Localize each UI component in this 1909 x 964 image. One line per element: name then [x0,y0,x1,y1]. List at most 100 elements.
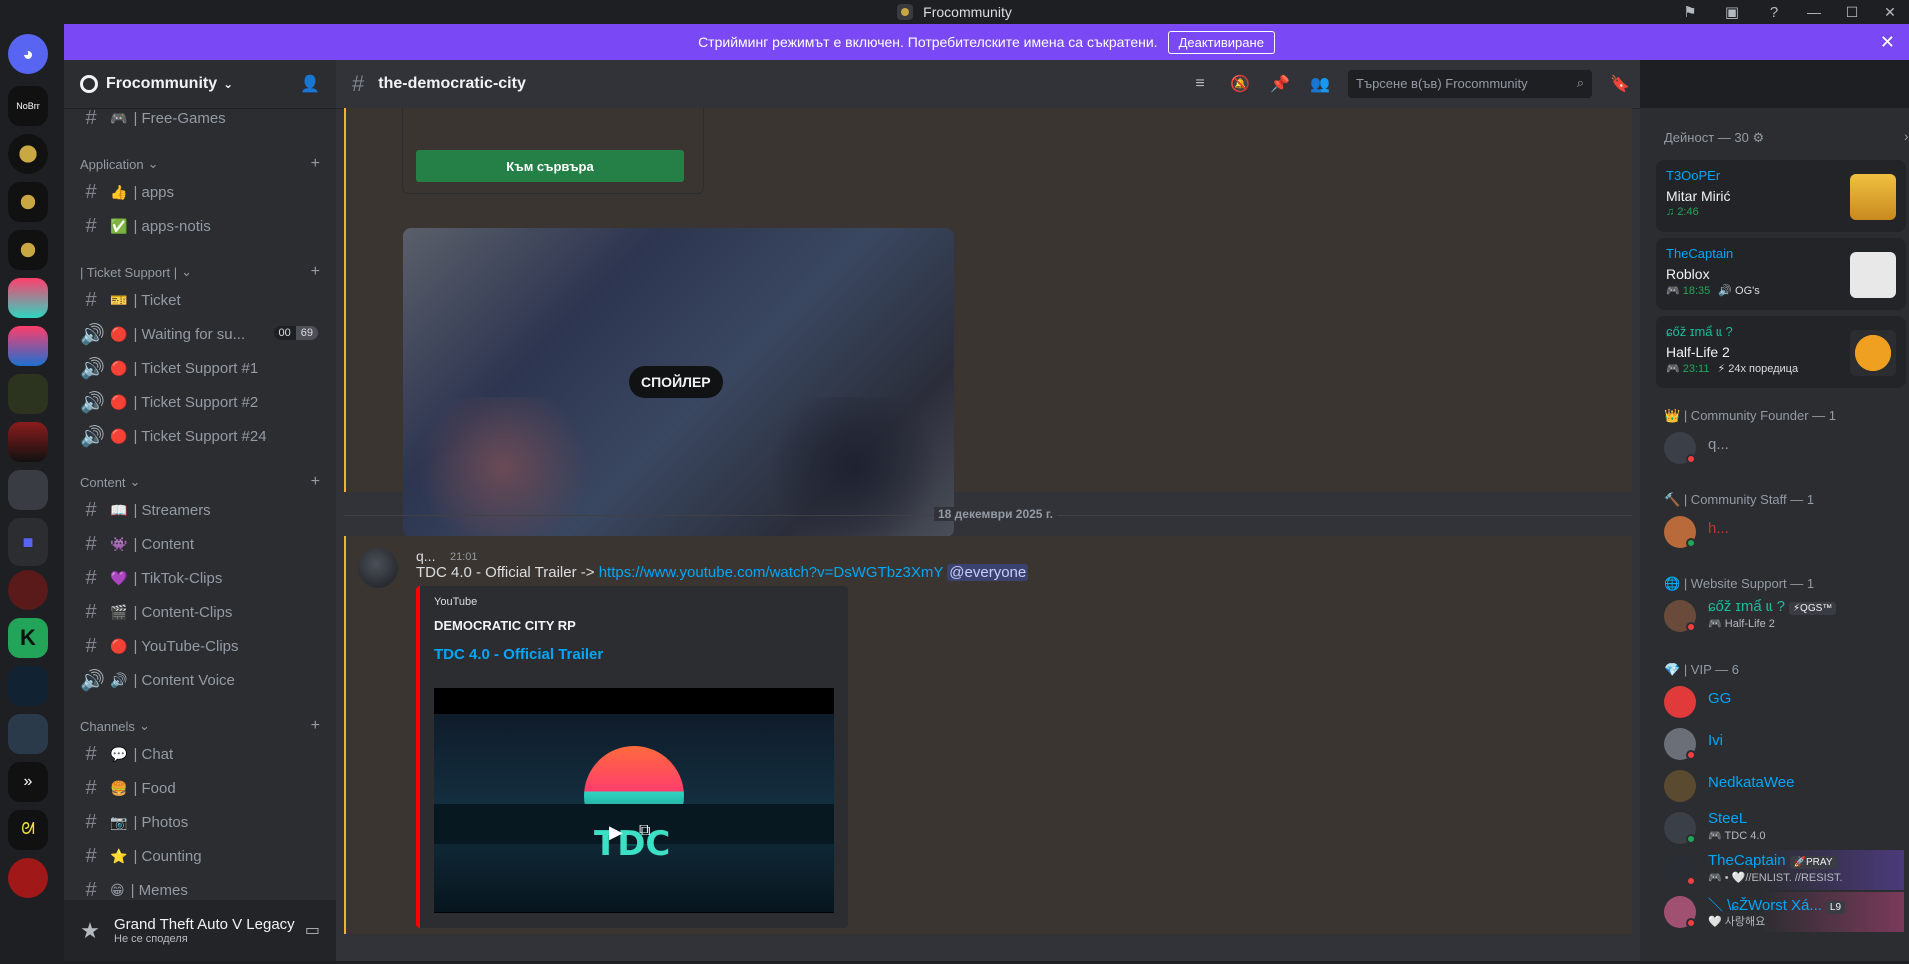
guild-icon[interactable] [8,666,48,706]
add-channel-icon[interactable]: + [311,473,320,491]
guild-icon[interactable] [8,470,48,510]
guild-icon[interactable] [8,134,48,174]
server-header[interactable]: Frocommunity ⌄ 👤 [64,60,336,108]
channel-chat[interactable]: # 💬 | Chat [72,738,328,770]
member-item[interactable]: Ivi [1664,724,1904,764]
voice-channel-ticket-2[interactable]: 🔊 🔴 | Ticket Support #2 [72,386,328,418]
guild-icon[interactable] [8,570,48,610]
search-input[interactable]: Търсене в(ъв) Frocommunity ⌕ [1348,70,1592,98]
guild-icon[interactable] [8,374,48,414]
member-item[interactable]: SteeL 🎮 TDC 4.0 [1664,808,1904,848]
member-item[interactable]: NedkataWee [1664,766,1904,806]
everyone-mention[interactable]: @everyone [947,564,1029,581]
half-life-icon [1850,330,1896,376]
member-item[interactable]: GG [1664,682,1904,722]
guild-icon[interactable] [8,182,48,222]
play-icon[interactable]: ▶ [609,822,629,842]
help-icon[interactable]: ? [1763,1,1785,23]
channel-photos[interactable]: # 📷 | Photos [72,806,328,838]
message-author[interactable]: q... [416,548,435,564]
voice-channel-ticket-1[interactable]: 🔊 🔴 | Ticket Support #1 [72,352,328,384]
member-item[interactable]: ＼ \ɕŽWorst Xá... L9 🤍 사랑해요 [1664,892,1904,932]
guild-icon[interactable] [8,326,48,366]
crown-icon: 👑 [1664,408,1681,423]
add-channel-icon[interactable]: + [311,155,320,173]
channel-content[interactable]: # 👾 | Content [72,528,328,560]
deactivate-button[interactable]: Деактивиране [1167,30,1275,54]
voice-channel-waiting[interactable]: 🔊 🔴 | Waiting for su... 00 69 [72,318,328,350]
add-channel-icon[interactable]: + [311,263,320,281]
open-external-icon[interactable]: ⧉ [639,822,650,840]
channel-content-clips[interactable]: # 🎬 | Content-Clips [72,596,328,628]
guild-icon[interactable]: » [8,762,48,802]
channel-apps[interactable]: # 👍 | apps [72,176,328,208]
channel-tiktok-clips[interactable]: # 💜 | TikTok-Clips [72,562,328,594]
spoiler-image[interactable]: СПОЙЛЕР [403,228,954,537]
minimize-button[interactable]: — [1795,0,1833,24]
close-window-button[interactable]: ✕ [1871,0,1909,24]
guild-icon[interactable]: K [8,618,48,658]
member-activity: 🎮 Half-Life 2 [1708,618,1775,630]
gear-icon[interactable]: ⚙ [1752,130,1764,145]
channel-emoji: 🔴 [110,637,128,654]
channel-ticket[interactable]: # 🎫 | Ticket [72,284,328,316]
channel-youtube-clips[interactable]: # 🔴 | YouTube-Clips [72,630,328,662]
guild-icon[interactable] [8,278,48,318]
channel-label: | apps-notis [133,217,211,235]
activity-card[interactable]: ɕőž ɪmẩ ɩɩ ? Half-Life 2 🎮 23:11 ⚡ 24x по… [1656,316,1906,388]
join-server-button[interactable]: Към сървъра [416,150,684,182]
guild-icon[interactable] [8,714,48,754]
threads-icon[interactable]: ≡ [1188,72,1212,96]
voice-channel-ticket-24[interactable]: 🔊 🔴 | Ticket Support #24 [72,420,328,452]
guild-icon[interactable]: ᘛ [8,810,48,850]
maximize-button[interactable]: ☐ [1833,0,1871,24]
diamond-icon: 💎 [1664,662,1681,677]
hash-icon: # [352,71,365,96]
chevron-right-icon[interactable]: › [1904,128,1909,144]
guild-icon[interactable] [8,858,48,898]
channel-food[interactable]: # 🍔 | Food [72,772,328,804]
embed-author[interactable]: DEMOCRATIC CITY RP [434,618,576,633]
category-content[interactable]: Content ⌄ + [80,473,320,491]
member-item[interactable]: h... [1664,512,1904,552]
member-item[interactable]: ɕőž ɪmẩ ɩɩ ? ⚡QGS™ 🎮 Half-Life 2 [1664,596,1904,636]
close-icon[interactable]: ✕ [1880,32,1895,53]
channel-apps-notis[interactable]: # ✅ | apps-notis [72,210,328,242]
category-channels[interactable]: Channels ⌄ + [80,717,320,735]
hash-icon: # [85,742,97,765]
pin-icon[interactable]: 📌 [1268,72,1292,96]
member-list-icon[interactable]: 👥 [1308,72,1332,96]
screenshare-icon[interactable]: ▭ [305,920,320,940]
inbox-icon[interactable]: 🔖 [1608,72,1632,96]
add-channel-icon[interactable]: + [311,717,320,735]
folder-icon[interactable]: ■ [8,518,48,566]
status-dnd-icon [1686,454,1696,464]
guild-icon[interactable] [8,230,48,270]
avatar[interactable] [358,548,398,588]
channel-free-games[interactable]: # 🎮 | Free-Games [72,102,328,134]
inbox-flag-icon[interactable]: ⚑ [1679,1,1701,23]
channel-streamers[interactable]: # 📖 | Streamers [72,494,328,526]
member-activity: 🎮 • 🤍//ENLIST. //RESIST. [1708,872,1843,884]
mute-bell-icon[interactable]: 🔕 [1228,72,1252,96]
discord-home-icon[interactable]: ◕ [8,34,48,74]
embed-provider[interactable]: YouTube [434,596,477,608]
activity-card[interactable]: TheCaptain Roblox 🎮 18:35 🔊 OG's [1656,238,1906,310]
channel-emoji: ⭐ [110,847,128,864]
guild-icon[interactable]: NoBrr [8,86,48,126]
video-thumbnail[interactable]: TDC ▶ ⧉ [434,688,834,913]
embed-title[interactable]: TDC 4.0 - Official Trailer [434,646,603,663]
message-link[interactable]: https://www.youtube.com/watch?v=DsWGTbz3… [599,564,943,581]
guild-icon[interactable] [8,422,48,462]
channel-counting[interactable]: # ⭐ | Counting [72,840,328,872]
locked-speaker-icon: 🔊 [80,357,105,380]
voice-channel-content[interactable]: 🔊 🔊 | Content Voice [72,664,328,696]
member-item[interactable]: q... [1664,428,1904,468]
category-ticket-support[interactable]: | Ticket Support | ⌄ + [80,263,320,281]
stream-icon[interactable]: ▣ [1721,1,1743,23]
server-tag: 🚀PRAY [1789,856,1837,869]
invite-icon[interactable]: 👤 [300,74,320,94]
member-item[interactable]: TheCaptain 🚀PRAY 🎮 • 🤍//ENLIST. //RESIST. [1664,850,1904,890]
activity-card[interactable]: T3OoPEr Mitar Mirić ♫ 2:46 [1656,160,1906,232]
category-application[interactable]: Application ⌄ + [80,155,320,173]
